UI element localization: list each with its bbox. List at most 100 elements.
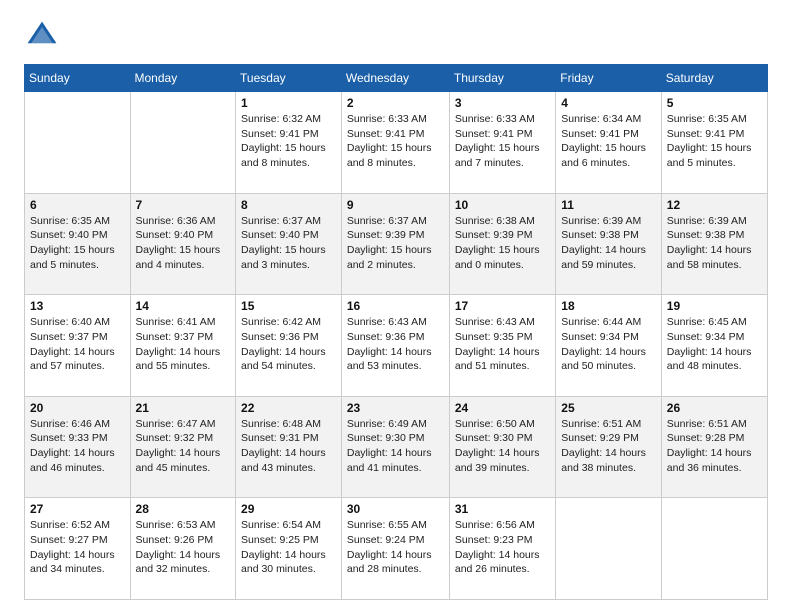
calendar-week-row: 1 Sunrise: 6:32 AM Sunset: 9:41 PM Daylig… bbox=[25, 92, 768, 194]
day-number: 26 bbox=[667, 401, 762, 415]
day-number: 21 bbox=[136, 401, 231, 415]
day-info: Sunrise: 6:42 AM Sunset: 9:36 PM Dayligh… bbox=[241, 315, 336, 374]
day-number: 19 bbox=[667, 299, 762, 313]
day-info: Sunrise: 6:39 AM Sunset: 9:38 PM Dayligh… bbox=[667, 214, 762, 273]
day-info: Sunrise: 6:45 AM Sunset: 9:34 PM Dayligh… bbox=[667, 315, 762, 374]
day-info: Sunrise: 6:48 AM Sunset: 9:31 PM Dayligh… bbox=[241, 417, 336, 476]
day-number: 1 bbox=[241, 96, 336, 110]
calendar-cell: 2 Sunrise: 6:33 AM Sunset: 9:41 PM Daylig… bbox=[341, 92, 449, 194]
day-info: Sunrise: 6:33 AM Sunset: 9:41 PM Dayligh… bbox=[455, 112, 550, 171]
calendar-cell bbox=[556, 498, 662, 600]
calendar-cell: 24 Sunrise: 6:50 AM Sunset: 9:30 PM Dayli… bbox=[449, 396, 555, 498]
calendar-cell: 21 Sunrise: 6:47 AM Sunset: 9:32 PM Dayli… bbox=[130, 396, 236, 498]
day-number: 7 bbox=[136, 198, 231, 212]
day-info: Sunrise: 6:44 AM Sunset: 9:34 PM Dayligh… bbox=[561, 315, 656, 374]
day-number: 17 bbox=[455, 299, 550, 313]
day-number: 11 bbox=[561, 198, 656, 212]
calendar-cell: 11 Sunrise: 6:39 AM Sunset: 9:38 PM Dayli… bbox=[556, 193, 662, 295]
day-number: 31 bbox=[455, 502, 550, 516]
day-info: Sunrise: 6:51 AM Sunset: 9:28 PM Dayligh… bbox=[667, 417, 762, 476]
header bbox=[24, 18, 768, 54]
calendar-cell: 13 Sunrise: 6:40 AM Sunset: 9:37 PM Dayli… bbox=[25, 295, 131, 397]
calendar-body: 1 Sunrise: 6:32 AM Sunset: 9:41 PM Daylig… bbox=[25, 92, 768, 600]
day-info: Sunrise: 6:35 AM Sunset: 9:41 PM Dayligh… bbox=[667, 112, 762, 171]
weekday-header: Thursday bbox=[449, 65, 555, 92]
calendar-cell: 31 Sunrise: 6:56 AM Sunset: 9:23 PM Dayli… bbox=[449, 498, 555, 600]
day-number: 9 bbox=[347, 198, 444, 212]
day-info: Sunrise: 6:43 AM Sunset: 9:36 PM Dayligh… bbox=[347, 315, 444, 374]
calendar-cell: 4 Sunrise: 6:34 AM Sunset: 9:41 PM Daylig… bbox=[556, 92, 662, 194]
day-number: 12 bbox=[667, 198, 762, 212]
day-number: 23 bbox=[347, 401, 444, 415]
calendar-cell: 6Sunrise: 6:35 AM Sunset: 9:40 PM Daylig… bbox=[25, 193, 131, 295]
day-info: Sunrise: 6:55 AM Sunset: 9:24 PM Dayligh… bbox=[347, 518, 444, 577]
day-number: 22 bbox=[241, 401, 336, 415]
calendar-cell: 23 Sunrise: 6:49 AM Sunset: 9:30 PM Dayli… bbox=[341, 396, 449, 498]
day-number: 29 bbox=[241, 502, 336, 516]
day-number: 20 bbox=[30, 401, 125, 415]
day-number: 4 bbox=[561, 96, 656, 110]
calendar-cell: 12 Sunrise: 6:39 AM Sunset: 9:38 PM Dayli… bbox=[661, 193, 767, 295]
day-number: 2 bbox=[347, 96, 444, 110]
day-info: Sunrise: 6:49 AM Sunset: 9:30 PM Dayligh… bbox=[347, 417, 444, 476]
calendar-cell: 20 Sunrise: 6:46 AM Sunset: 9:33 PM Dayli… bbox=[25, 396, 131, 498]
weekday-header: Wednesday bbox=[341, 65, 449, 92]
weekday-header: Sunday bbox=[25, 65, 131, 92]
calendar-week-row: 6Sunrise: 6:35 AM Sunset: 9:40 PM Daylig… bbox=[25, 193, 768, 295]
calendar-cell: 16 Sunrise: 6:43 AM Sunset: 9:36 PM Dayli… bbox=[341, 295, 449, 397]
day-info: Sunrise: 6:41 AM Sunset: 9:37 PM Dayligh… bbox=[136, 315, 231, 374]
day-number: 16 bbox=[347, 299, 444, 313]
weekday-header: Monday bbox=[130, 65, 236, 92]
calendar-cell: 9Sunrise: 6:37 AM Sunset: 9:39 PM Daylig… bbox=[341, 193, 449, 295]
day-info: Sunrise: 6:36 AM Sunset: 9:40 PM Dayligh… bbox=[136, 214, 231, 273]
day-number: 5 bbox=[667, 96, 762, 110]
calendar-table: SundayMondayTuesdayWednesdayThursdayFrid… bbox=[24, 64, 768, 600]
calendar-cell: 17 Sunrise: 6:43 AM Sunset: 9:35 PM Dayli… bbox=[449, 295, 555, 397]
calendar-cell: 7 Sunrise: 6:36 AM Sunset: 9:40 PM Daylig… bbox=[130, 193, 236, 295]
day-info: Sunrise: 6:32 AM Sunset: 9:41 PM Dayligh… bbox=[241, 112, 336, 171]
day-number: 15 bbox=[241, 299, 336, 313]
day-info: Sunrise: 6:51 AM Sunset: 9:29 PM Dayligh… bbox=[561, 417, 656, 476]
day-number: 3 bbox=[455, 96, 550, 110]
day-info: Sunrise: 6:38 AM Sunset: 9:39 PM Dayligh… bbox=[455, 214, 550, 273]
day-info: Sunrise: 6:56 AM Sunset: 9:23 PM Dayligh… bbox=[455, 518, 550, 577]
day-number: 10 bbox=[455, 198, 550, 212]
calendar-cell bbox=[130, 92, 236, 194]
calendar-cell: 5 Sunrise: 6:35 AM Sunset: 9:41 PM Daylig… bbox=[661, 92, 767, 194]
calendar-cell: 29 Sunrise: 6:54 AM Sunset: 9:25 PM Dayli… bbox=[236, 498, 342, 600]
day-info: Sunrise: 6:33 AM Sunset: 9:41 PM Dayligh… bbox=[347, 112, 444, 171]
day-number: 30 bbox=[347, 502, 444, 516]
day-info: Sunrise: 6:37 AM Sunset: 9:40 PM Dayligh… bbox=[241, 214, 336, 273]
day-info: Sunrise: 6:50 AM Sunset: 9:30 PM Dayligh… bbox=[455, 417, 550, 476]
calendar-cell bbox=[25, 92, 131, 194]
day-info: Sunrise: 6:40 AM Sunset: 9:37 PM Dayligh… bbox=[30, 315, 125, 374]
day-info: Sunrise: 6:53 AM Sunset: 9:26 PM Dayligh… bbox=[136, 518, 231, 577]
day-number: 27 bbox=[30, 502, 125, 516]
day-info: Sunrise: 6:39 AM Sunset: 9:38 PM Dayligh… bbox=[561, 214, 656, 273]
calendar-cell: 26 Sunrise: 6:51 AM Sunset: 9:28 PM Dayli… bbox=[661, 396, 767, 498]
calendar-cell: 19 Sunrise: 6:45 AM Sunset: 9:34 PM Dayli… bbox=[661, 295, 767, 397]
day-number: 8 bbox=[241, 198, 336, 212]
weekday-header: Saturday bbox=[661, 65, 767, 92]
calendar-cell bbox=[661, 498, 767, 600]
calendar-cell: 14Sunrise: 6:41 AM Sunset: 9:37 PM Dayli… bbox=[130, 295, 236, 397]
day-info: Sunrise: 6:34 AM Sunset: 9:41 PM Dayligh… bbox=[561, 112, 656, 171]
page: SundayMondayTuesdayWednesdayThursdayFrid… bbox=[0, 0, 792, 612]
calendar-week-row: 13 Sunrise: 6:40 AM Sunset: 9:37 PM Dayli… bbox=[25, 295, 768, 397]
calendar-cell: 25Sunrise: 6:51 AM Sunset: 9:29 PM Dayli… bbox=[556, 396, 662, 498]
day-info: Sunrise: 6:35 AM Sunset: 9:40 PM Dayligh… bbox=[30, 214, 125, 273]
day-info: Sunrise: 6:43 AM Sunset: 9:35 PM Dayligh… bbox=[455, 315, 550, 374]
calendar-cell: 8 Sunrise: 6:37 AM Sunset: 9:40 PM Daylig… bbox=[236, 193, 342, 295]
day-number: 13 bbox=[30, 299, 125, 313]
day-info: Sunrise: 6:47 AM Sunset: 9:32 PM Dayligh… bbox=[136, 417, 231, 476]
calendar-cell: 1 Sunrise: 6:32 AM Sunset: 9:41 PM Daylig… bbox=[236, 92, 342, 194]
logo bbox=[24, 18, 66, 54]
day-info: Sunrise: 6:46 AM Sunset: 9:33 PM Dayligh… bbox=[30, 417, 125, 476]
calendar-cell: 18Sunrise: 6:44 AM Sunset: 9:34 PM Dayli… bbox=[556, 295, 662, 397]
weekday-header: Friday bbox=[556, 65, 662, 92]
calendar-cell: 28Sunrise: 6:53 AM Sunset: 9:26 PM Dayli… bbox=[130, 498, 236, 600]
day-number: 24 bbox=[455, 401, 550, 415]
day-info: Sunrise: 6:52 AM Sunset: 9:27 PM Dayligh… bbox=[30, 518, 125, 577]
day-info: Sunrise: 6:54 AM Sunset: 9:25 PM Dayligh… bbox=[241, 518, 336, 577]
calendar-cell: 30 Sunrise: 6:55 AM Sunset: 9:24 PM Dayli… bbox=[341, 498, 449, 600]
